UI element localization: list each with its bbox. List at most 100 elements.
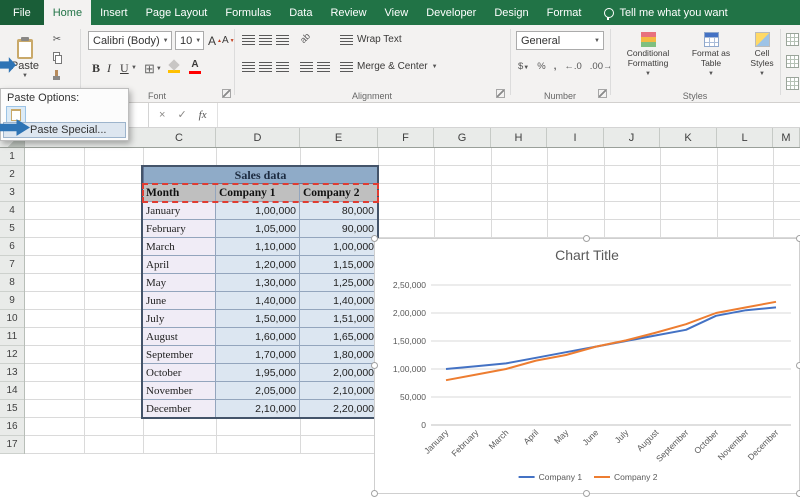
cell-D14[interactable]: 2,05,000	[216, 382, 300, 400]
row-header-3[interactable]: 3	[0, 184, 24, 202]
decrease-font-size-button[interactable]: A ▼	[222, 35, 235, 46]
cell-C4[interactable]: January	[143, 202, 216, 220]
delete-cells-icon[interactable]	[786, 55, 799, 68]
cell-C15[interactable]: December	[143, 400, 216, 418]
conditional-formatting-button[interactable]: Conditional Formatting ▼	[616, 30, 680, 96]
paste-dropdown-arrow[interactable]: ▼	[22, 73, 28, 79]
cell-C13[interactable]: October	[143, 364, 216, 382]
format-cells-icon[interactable]	[786, 77, 799, 90]
row-header-15[interactable]: 15	[0, 400, 24, 418]
orientation-button[interactable]: ab	[298, 31, 312, 45]
cell-C8[interactable]: May	[143, 274, 216, 292]
formula-input[interactable]	[218, 102, 800, 127]
underline-dropdown[interactable]: ▼	[131, 65, 137, 71]
alignment-dialog-launcher[interactable]	[496, 89, 505, 98]
cell-E9[interactable]: 1,40,000	[300, 292, 378, 310]
align-middle-button[interactable]	[259, 35, 272, 45]
row-header-10[interactable]: 10	[0, 310, 24, 328]
cell-D4[interactable]: 1,00,000	[216, 202, 300, 220]
decrease-indent-button[interactable]	[300, 62, 313, 72]
copy-button[interactable]	[48, 50, 66, 65]
tab-data[interactable]: Data	[280, 0, 321, 25]
chart-handle-bottom-center[interactable]	[583, 490, 590, 497]
cell-C7[interactable]: April	[143, 256, 216, 274]
column-header-J[interactable]: J	[604, 128, 660, 147]
chart-handle-top-center[interactable]	[583, 235, 590, 242]
row-header-16[interactable]: 16	[0, 418, 24, 436]
enter-button[interactable]: ✓	[177, 108, 186, 121]
font-dialog-launcher[interactable]	[222, 89, 231, 98]
borders-button[interactable]: ⊞ ▼	[144, 61, 162, 77]
row-header-2[interactable]: 2	[0, 166, 24, 184]
tab-file[interactable]: File	[0, 0, 44, 25]
chart-handle-mid-right[interactable]	[796, 362, 800, 369]
format-as-table-button[interactable]: Format as Table ▼	[684, 30, 738, 96]
cell-E15[interactable]: 2,20,000	[300, 400, 378, 418]
chart-handle-mid-left[interactable]	[371, 362, 378, 369]
accounting-format-button[interactable]: $▼	[518, 61, 529, 72]
chart-handle-top-right[interactable]	[796, 235, 800, 242]
cell-D5[interactable]: 1,05,000	[216, 220, 300, 238]
cell-C14[interactable]: November	[143, 382, 216, 400]
chart-handle-bottom-right[interactable]	[796, 490, 800, 497]
row-header-13[interactable]: 13	[0, 364, 24, 382]
row-header-4[interactable]: 4	[0, 202, 24, 220]
tab-insert[interactable]: Insert	[91, 0, 137, 25]
column-header-I[interactable]: I	[547, 128, 604, 147]
row-header-12[interactable]: 12	[0, 346, 24, 364]
cell-C11[interactable]: August	[143, 328, 216, 346]
cell-D6[interactable]: 1,10,000	[216, 238, 300, 256]
increase-font-size-button[interactable]: A ▲	[208, 34, 222, 48]
cell-E8[interactable]: 1,25,000	[300, 274, 378, 292]
row-header-9[interactable]: 9	[0, 292, 24, 310]
insert-function-button[interactable]: fx	[199, 109, 207, 121]
cell-sales-data-title[interactable]: Sales data	[143, 166, 378, 184]
column-header-H[interactable]: H	[491, 128, 547, 147]
tab-format[interactable]: Format	[538, 0, 591, 25]
merge-center-button[interactable]: Merge & Center ▼	[340, 61, 438, 72]
column-header-C[interactable]: C	[143, 128, 216, 147]
cut-button[interactable]: ✂	[48, 32, 66, 47]
cell-D9[interactable]: 1,40,000	[216, 292, 300, 310]
column-header-D[interactable]: D	[216, 128, 300, 147]
tab-page-layout[interactable]: Page Layout	[137, 0, 217, 25]
row-header-8[interactable]: 8	[0, 274, 24, 292]
number-format-combo[interactable]: General ▼	[516, 31, 604, 50]
cell-C10[interactable]: July	[143, 310, 216, 328]
cell-E10[interactable]: 1,51,000	[300, 310, 378, 328]
column-header-G[interactable]: G	[434, 128, 491, 147]
column-header-M[interactable]: M	[773, 128, 800, 147]
tab-review[interactable]: Review	[321, 0, 375, 25]
chart-handle-top-left[interactable]	[371, 235, 378, 242]
column-header-E[interactable]: E	[300, 128, 378, 147]
cell-C9[interactable]: June	[143, 292, 216, 310]
row-header-17[interactable]: 17	[0, 436, 24, 454]
tab-home[interactable]: Home	[43, 0, 92, 25]
paste-option-button[interactable]	[6, 106, 26, 123]
comma-style-button[interactable]: ,	[554, 61, 557, 72]
cell-header-company-1[interactable]: Company 1	[216, 184, 300, 202]
font-size-combo[interactable]: 10 ▼	[175, 31, 204, 50]
cell-E4[interactable]: 80,000	[300, 202, 378, 220]
format-painter-button[interactable]	[48, 68, 66, 83]
cell-E5[interactable]: 90,000	[300, 220, 378, 238]
row-header-5[interactable]: 5	[0, 220, 24, 238]
bold-button[interactable]: B	[92, 61, 100, 76]
cell-D11[interactable]: 1,60,000	[216, 328, 300, 346]
align-right-button[interactable]	[276, 62, 289, 72]
align-top-button[interactable]	[242, 35, 255, 45]
cell-D12[interactable]: 1,70,000	[216, 346, 300, 364]
row-header-7[interactable]: 7	[0, 256, 24, 274]
fill-color-button[interactable]	[167, 59, 181, 73]
column-header-L[interactable]: L	[717, 128, 773, 147]
row-header-14[interactable]: 14	[0, 382, 24, 400]
align-center-button[interactable]	[259, 62, 272, 72]
cell-header-company-2[interactable]: Company 2	[300, 184, 378, 202]
cell-header-month[interactable]: Month	[143, 184, 216, 202]
align-bottom-button[interactable]	[276, 35, 289, 45]
series-line-company-1[interactable]	[445, 306, 777, 370]
align-left-button[interactable]	[242, 62, 255, 72]
tab-design[interactable]: Design	[485, 0, 537, 25]
percent-style-button[interactable]: %	[537, 61, 545, 72]
column-header-F[interactable]: F	[378, 128, 434, 147]
